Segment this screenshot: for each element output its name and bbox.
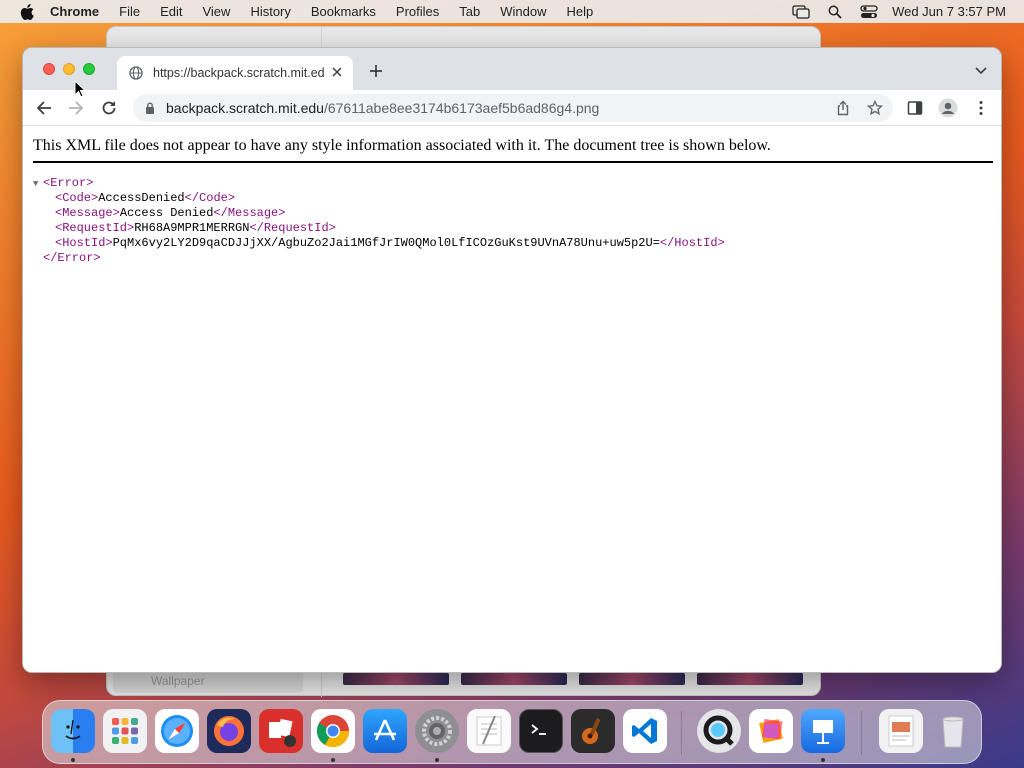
keynote-icon[interactable] [801, 709, 845, 753]
menu-window[interactable]: Window [500, 4, 546, 19]
chrome-window: https://backpack.scratch.mit.edu/67611ab… [22, 47, 1002, 673]
forward-arrow-icon[interactable] [67, 99, 85, 117]
xml-requestid-close-tag: </RequestId> [249, 221, 336, 235]
back-arrow-icon[interactable] [35, 99, 53, 117]
address-bar[interactable]: backpack.scratch.mit.edu/67611abe8ee3174… [133, 94, 893, 122]
vscode-icon[interactable] [623, 709, 667, 753]
xml-message-value: Access Denied [119, 206, 214, 220]
xml-message-open-tag: <Message> [55, 206, 120, 220]
system-preferences-icon[interactable] [415, 709, 459, 753]
menu-history[interactable]: History [250, 4, 290, 19]
new-tab-icon[interactable] [369, 64, 383, 78]
terminal-icon[interactable] [519, 709, 563, 753]
window-controls [43, 63, 95, 75]
tab-search-chevron-icon[interactable] [975, 67, 987, 75]
url-path: /67611abe8ee3174b6173aef5b6ad86g4.png [323, 100, 600, 116]
safari-icon[interactable] [155, 709, 199, 753]
browser-toolbar: backpack.scratch.mit.edu/67611abe8ee3174… [23, 90, 1001, 126]
tab-title: https://backpack.scratch.mit.edu/67611ab… [153, 66, 325, 80]
wallpaper-thumbnail[interactable] [697, 673, 803, 685]
quicktime-icon[interactable] [697, 709, 741, 753]
menu-tab[interactable]: Tab [459, 4, 480, 19]
menu-app-name[interactable]: Chrome [50, 4, 99, 19]
menu-help[interactable]: Help [567, 4, 594, 19]
running-indicator [821, 758, 825, 762]
menu-file[interactable]: File [119, 4, 140, 19]
photo-booth-icon[interactable] [259, 709, 303, 753]
wallpaper-thumbnail[interactable] [343, 673, 449, 685]
close-window-button[interactable] [43, 63, 55, 75]
xml-hostid-close-tag: </HostId> [659, 236, 725, 250]
running-indicator [331, 758, 335, 762]
textedit-icon[interactable] [467, 709, 511, 753]
running-indicator [71, 758, 75, 762]
garageband-icon[interactable] [571, 709, 615, 753]
xml-error-open-tag: <Error> [43, 176, 94, 190]
close-tab-icon[interactable] [331, 66, 343, 78]
chrome-icon[interactable] [311, 709, 355, 753]
xml-requestid-open-tag: <RequestId> [55, 221, 135, 235]
wallpaper-thumbnail[interactable] [579, 673, 685, 685]
xml-code-value: AccessDenied [98, 191, 185, 205]
page-content: This XML file does not appear to have an… [23, 127, 1001, 672]
xml-error-close-tag: </Error> [43, 251, 101, 265]
menu-bar-status-area: Wed Jun 7 3:57 PM [774, 0, 1006, 23]
dock [42, 700, 982, 764]
control-center-icon[interactable] [860, 4, 878, 19]
wallpaper-thumbnail[interactable] [461, 673, 567, 685]
document-icon[interactable] [879, 709, 923, 753]
preview-icon[interactable] [749, 709, 793, 753]
screen-mirroring-icon[interactable] [792, 4, 810, 19]
url-host: backpack.scratch.mit.edu [166, 100, 324, 116]
launchpad-icon[interactable] [103, 709, 147, 753]
spotlight-search-icon[interactable] [828, 5, 842, 19]
xml-hostid-open-tag: <HostId> [55, 236, 113, 250]
xml-hostid-value: PqMx6vy2LY2D9qaCDJJjXX/AgbuZo2Jai1MGfJrI… [112, 236, 660, 250]
finder-icon[interactable] [51, 709, 95, 753]
menu-edit[interactable]: Edit [160, 4, 182, 19]
dock-separator [681, 711, 682, 755]
menu-bar: Chrome File Edit View History Bookmarks … [0, 0, 1024, 23]
bookmark-star-icon[interactable] [867, 100, 883, 116]
menu-bookmarks[interactable]: Bookmarks [311, 4, 376, 19]
dock-separator [861, 711, 862, 755]
xml-requestid-value: RH68A9MPR1MERRGN [134, 221, 250, 235]
maximize-window-button[interactable] [83, 63, 95, 75]
xml-document-tree: ▼ <Error> <Code>AccessDenied</Code> <Mess… [33, 176, 725, 266]
trash-icon[interactable] [931, 709, 975, 753]
xml-code-close-tag: </Code> [184, 191, 236, 205]
apple-icon[interactable] [20, 3, 34, 20]
mouse-cursor-icon [74, 80, 86, 98]
menu-profiles[interactable]: Profiles [396, 4, 439, 19]
globe-icon [129, 66, 143, 80]
menu-bar-clock[interactable]: Wed Jun 7 3:57 PM [892, 4, 1006, 19]
minimize-window-button[interactable] [63, 63, 75, 75]
tab-active[interactable]: https://backpack.scratch.mit.edu/67611ab… [117, 56, 353, 90]
share-icon[interactable] [835, 100, 851, 116]
xml-message-close-tag: </Message> [213, 206, 286, 220]
xml-code-open-tag: <Code> [55, 191, 99, 205]
more-menu-icon[interactable] [975, 100, 987, 116]
lock-icon[interactable] [145, 102, 155, 114]
firefox-icon[interactable] [207, 709, 251, 753]
wallpaper-thumbnails [343, 673, 803, 685]
tab-strip: https://backpack.scratch.mit.edu/67611ab… [23, 48, 1001, 90]
menu-view[interactable]: View [202, 4, 230, 19]
xml-style-notice: This XML file does not appear to have an… [33, 137, 993, 163]
app-store-icon[interactable] [363, 709, 407, 753]
collapse-arrow-icon[interactable]: ▼ [33, 177, 43, 192]
side-panel-icon[interactable] [907, 100, 923, 116]
profile-avatar-icon[interactable] [938, 98, 958, 118]
reload-icon[interactable] [100, 99, 118, 117]
running-indicator [435, 758, 439, 762]
